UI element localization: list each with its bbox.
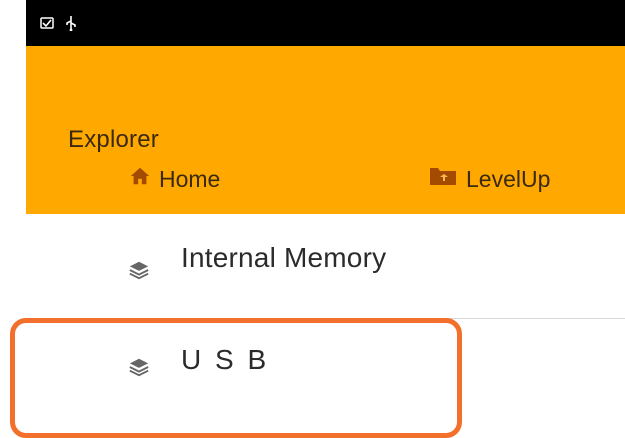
layers-icon bbox=[128, 356, 150, 378]
header: Explorer Home LevelUp bbox=[26, 46, 625, 214]
screenshot-icon bbox=[40, 15, 54, 31]
home-label: Home bbox=[159, 165, 221, 192]
header-nav: Home LevelUp bbox=[26, 156, 625, 202]
home-button[interactable]: Home bbox=[129, 156, 220, 202]
app-title: Explorer bbox=[68, 126, 159, 153]
layers-icon bbox=[128, 259, 150, 281]
list-item-label: U S B bbox=[181, 344, 270, 375]
levelup-label: LevelUp bbox=[466, 165, 551, 192]
list-item-label: Internal Memory bbox=[181, 242, 387, 273]
list-item-usb[interactable]: U S B bbox=[0, 319, 625, 424]
storage-list: Internal Memory U S B bbox=[0, 214, 625, 428]
folder-up-icon bbox=[428, 165, 458, 193]
levelup-button[interactable]: LevelUp bbox=[428, 156, 550, 202]
home-icon bbox=[129, 165, 151, 193]
status-bar bbox=[26, 0, 625, 46]
list-item-internal-memory[interactable]: Internal Memory bbox=[0, 214, 625, 319]
usb-icon bbox=[64, 15, 78, 31]
